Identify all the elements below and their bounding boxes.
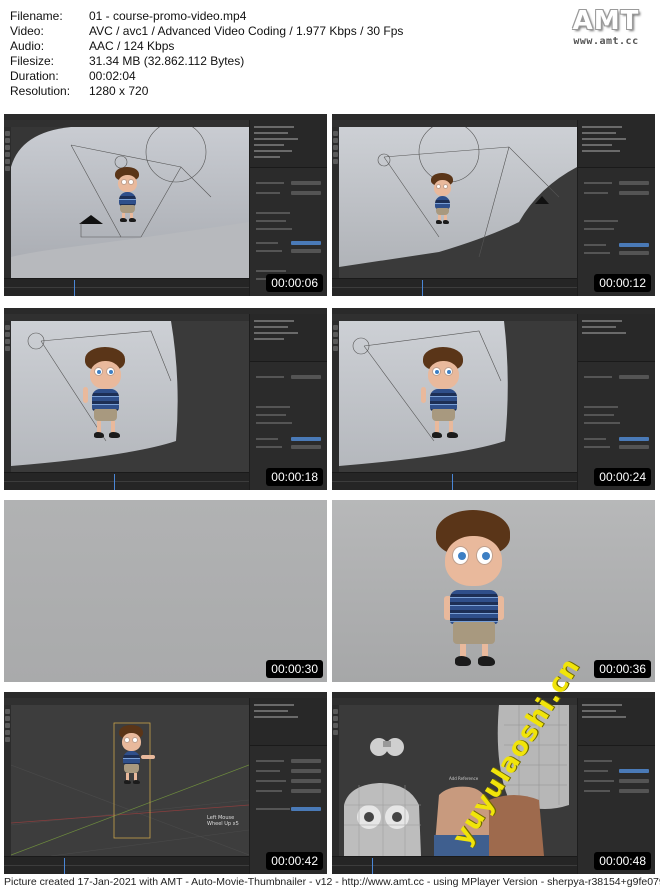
timeline [4,856,249,874]
outliner [250,698,327,746]
scene-backdrop [339,321,577,472]
tool-shelf [4,321,11,472]
audio-label: Audio: [10,39,45,53]
3d-viewport: Left Mouse Wheel Up x5 [11,705,249,856]
3d-viewport [339,321,577,472]
outliner [250,120,327,168]
properties-panel [249,314,327,490]
thumbnail-3[interactable]: 00:00:18 [4,308,327,490]
outliner [250,314,327,362]
3d-viewport [11,321,249,472]
timeline [4,472,249,490]
video-label: Video: [10,24,44,38]
tool-shelf [4,127,11,278]
viewport-annotation: Add Reference [449,776,479,781]
tool-shelf [332,127,339,278]
properties-panel [249,120,327,296]
resolution-label: Resolution: [10,84,71,98]
video-row: Video: AVC / avc1 / Advanced Video Codin… [10,24,530,39]
logo-title: AMT [572,6,640,36]
outliner [578,698,655,746]
3d-viewport [339,127,577,278]
timestamp-label: 00:00:42 [266,852,323,870]
timestamp-label: 00:00:30 [266,660,323,678]
key-overlay: Left Mouse Wheel Up x5 [207,815,239,827]
thumbnail-1[interactable]: 00:00:06 [4,114,327,296]
timestamp-label: 00:00:06 [266,274,323,292]
timestamp-label: 00:00:36 [594,660,651,678]
footer-credit: Picture created 17-Jan-2021 with AMT - A… [4,876,660,888]
audio-value: AAC / 124 Kbps [89,39,175,53]
thumbnail-2[interactable]: 00:00:12 [332,114,655,296]
timeline [4,278,249,296]
outliner [578,120,655,168]
timeline [332,278,577,296]
tool-shelf [332,321,339,472]
scene-backdrop [11,321,249,472]
scene-backdrop [339,127,577,278]
amt-logo: AMT www.amt.cc [560,6,652,52]
video-value: AVC / avc1 / Advanced Video Coding / 1.9… [89,24,404,38]
timestamp-label: 00:00:24 [594,468,651,486]
outliner [578,314,655,362]
thumbnail-7[interactable]: Left Mouse Wheel Up x5 00:00:42 [4,692,327,874]
3d-viewport [11,127,249,278]
timestamp-label: 00:00:12 [594,274,651,292]
tool-shelf [332,705,339,856]
duration-row: Duration: 00:02:04 [10,69,530,84]
properties-panel [249,698,327,874]
file-info: Filename: 01 - course-promo-video.mp4 Vi… [10,9,530,99]
filename-row: Filename: 01 - course-promo-video.mp4 [10,9,530,24]
thumbnail-4[interactable]: 00:00:24 [332,308,655,490]
logo-url: www.amt.cc [573,36,639,47]
audio-row: Audio: AAC / 124 Kbps [10,39,530,54]
timeline [332,472,577,490]
filesize-value: 31.34 MB (32.862.112 Bytes) [89,54,245,68]
properties-panel [577,120,655,296]
resolution-row: Resolution: 1280 x 720 [10,84,530,99]
properties-panel [577,698,655,874]
filename-label: Filename: [10,9,63,23]
timeline [332,856,577,874]
tool-shelf [4,705,11,856]
thumbnail-6[interactable]: 00:00:36 [332,500,655,682]
filename-value: 01 - course-promo-video.mp4 [89,9,247,23]
timestamp-label: 00:00:48 [594,852,651,870]
thumbnail-5[interactable]: 00:00:30 [4,500,327,682]
timestamp-label: 00:00:18 [266,468,323,486]
duration-value: 00:02:04 [89,69,136,83]
properties-panel [577,314,655,490]
resolution-value: 1280 x 720 [89,84,149,98]
duration-label: Duration: [10,69,59,83]
filesize-label: Filesize: [10,54,55,68]
filesize-row: Filesize: 31.34 MB (32.862.112 Bytes) [10,54,530,69]
